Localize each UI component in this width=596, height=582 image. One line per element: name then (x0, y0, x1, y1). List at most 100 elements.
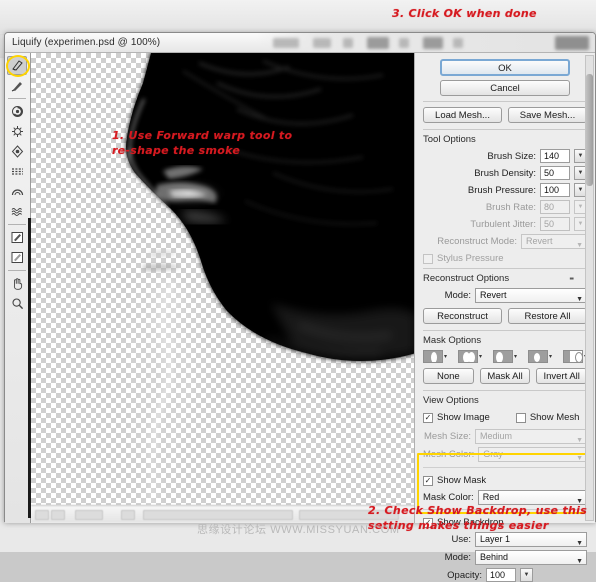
toolbar-separator-2 (8, 224, 27, 225)
mask-invert-all-button[interactable]: Invert All (536, 368, 588, 384)
brush-rate-field: Brush Rate: 80 ▼ (423, 200, 587, 214)
liquify-options-panel: OK Cancel Load Mesh... Save Mesh... Tool… (415, 53, 595, 582)
ok-button[interactable]: OK (440, 59, 570, 76)
smoke-face-image (120, 53, 414, 505)
view-options-title: View Options (423, 395, 479, 406)
hand-tool[interactable] (7, 274, 27, 293)
show-mesh-checkbox[interactable] (515, 412, 526, 423)
site-watermark: 思缘设计论坛 WWW.MISSYUAN.COM (197, 524, 400, 536)
scrollbar-thumb[interactable] (586, 74, 593, 186)
brush-density-input[interactable]: 50 (540, 166, 570, 180)
pucker-tool[interactable] (7, 122, 27, 141)
brush-size-field[interactable]: Brush Size: 140 ▼ (423, 149, 587, 163)
mesh-buttons-section: Load Mesh... Save Mesh... (423, 101, 587, 123)
brush-pressure-field[interactable]: Brush Pressure: 100 ▼ (423, 183, 587, 197)
intersect-with-selection-button[interactable]: ▾ (527, 350, 552, 363)
reconstruct-mode-dropdown[interactable]: Revert ▼ (475, 288, 587, 303)
subtract-from-selection-icon (492, 350, 513, 363)
show-mask-checkbox-row[interactable]: ✓ Show Mask (423, 475, 587, 486)
chevron-down-icon: ▼ (576, 540, 583, 547)
backdrop-use-value: Layer 1 (480, 534, 511, 544)
bloat-tool[interactable] (7, 142, 27, 161)
brush-size-label: Brush Size: (487, 150, 536, 162)
mask-color-label: Mask Color: (423, 492, 474, 503)
reconstruct-button[interactable]: Reconstruct (423, 308, 502, 324)
panel-menu-icon[interactable]: ▪▪ (569, 274, 574, 283)
add-to-selection-button[interactable]: ▾ (457, 350, 482, 363)
mesh-size-field: Mesh Size: Medium ▼ (423, 429, 587, 444)
thaw-mask-tool[interactable] (7, 248, 27, 267)
forward-warp-tool[interactable] (7, 56, 28, 75)
mask-none-button[interactable]: None (423, 368, 474, 384)
mesh-color-value: Gray (483, 449, 503, 459)
liquify-canvas[interactable]: 1. Use Forward warp tool to re-shape the… (30, 53, 415, 523)
save-mesh-button[interactable]: Save Mesh... (508, 107, 587, 123)
invert-selection-button[interactable]: ▾ (562, 350, 587, 363)
backdrop-opacity-label: Opacity: (447, 569, 482, 581)
replace-selection-icon (423, 350, 443, 363)
backdrop-opacity-field[interactable]: Opacity: 100 ▼ (423, 568, 587, 582)
view-options-section: View Options ✓ Show Image Show Mesh Mesh… (423, 390, 587, 582)
chevron-down-icon[interactable]: ▾ (549, 353, 552, 360)
show-mask-label: Show Mask (437, 475, 487, 486)
backdrop-use-select[interactable]: Layer 1 ▼ (475, 532, 587, 547)
turbulent-jitter-input: 50 (540, 217, 570, 231)
backdrop-opacity-dropdown-arrow[interactable]: ▼ (520, 568, 533, 582)
mesh-color-select: Gray ▼ (478, 447, 587, 462)
reconstruct-mode-row[interactable]: Mode: Revert ▼ (423, 288, 587, 303)
backdrop-opacity-input[interactable]: 100 (486, 568, 516, 582)
reconstruct-mode-label: Reconstruct Mode: (437, 236, 517, 247)
freeze-mask-tool[interactable] (7, 228, 27, 247)
brush-rate-label: Brush Rate: (485, 201, 536, 213)
chevron-down-icon: ▼ (576, 558, 583, 565)
twirl-clockwise-tool[interactable] (7, 102, 27, 121)
show-mesh-label: Show Mesh (529, 412, 580, 423)
reconstruct-mode-value: Revert (526, 236, 553, 246)
chevron-down-icon[interactable]: ▾ (514, 353, 517, 360)
replace-selection-button[interactable]: ▾ (423, 350, 447, 363)
dialog-titlebar[interactable]: Liquify (experimen.psd @ 100%) (5, 33, 595, 53)
mesh-size-label: Mesh Size: (424, 431, 471, 442)
reconstruct-mode-select: Revert ▼ (521, 234, 587, 249)
stylus-pressure-checkbox (423, 253, 433, 264)
reconstruct-mode-dropdown-value: Revert (480, 290, 507, 300)
tool-options-title: Tool Options (423, 134, 476, 145)
reconstruct-tool[interactable] (7, 76, 27, 95)
invert-selection-icon (562, 350, 583, 363)
brush-density-field[interactable]: Brush Density: 50 ▼ (423, 166, 587, 180)
show-image-checkbox[interactable]: ✓ (423, 412, 433, 423)
show-mesh-checkbox-row[interactable]: Show Mesh (515, 412, 580, 423)
reconstruct-mode-row-label: Mode: (444, 290, 471, 301)
show-image-checkbox-row[interactable]: ✓ Show Image (423, 412, 490, 423)
backdrop-mode-value: Behind (480, 552, 509, 562)
backdrop-mode-field[interactable]: Mode: Behind ▼ (423, 550, 587, 565)
mask-color-value: Red (482, 492, 500, 502)
liquify-toolbar[interactable] (5, 53, 31, 523)
chevron-down-icon[interactable]: ▾ (444, 353, 447, 360)
mirror-tool[interactable] (7, 182, 27, 201)
mask-all-button[interactable]: Mask All (479, 368, 531, 384)
push-left-tool[interactable] (7, 162, 27, 181)
show-mask-checkbox[interactable]: ✓ (423, 475, 433, 486)
add-to-selection-icon (457, 350, 478, 363)
subtract-from-selection-button[interactable]: ▾ (492, 350, 517, 363)
options-panel-scrollbar[interactable] (585, 55, 594, 521)
turbulent-jitter-label: Turbulent Jitter: (470, 218, 536, 230)
chevron-down-icon: ▼ (576, 437, 583, 444)
zoom-tool[interactable] (7, 294, 27, 313)
chevron-down-icon[interactable]: ▾ (479, 353, 482, 360)
stylus-pressure-checkbox-row: Stylus Pressure (423, 253, 587, 264)
backdrop-mode-select[interactable]: Behind ▼ (475, 550, 587, 565)
backdrop-mode-label: Mode: (444, 552, 471, 563)
backdrop-use-field[interactable]: Use: Layer 1 ▼ (423, 532, 587, 547)
load-mesh-button[interactable]: Load Mesh... (423, 107, 502, 123)
reconstruct-options-title: Reconstruct Options (423, 273, 510, 284)
brush-pressure-input[interactable]: 100 (540, 183, 570, 197)
annotation-step-1: 1. Use Forward warp tool to re-shape the… (111, 129, 293, 157)
show-image-label: Show Image (437, 412, 490, 423)
turbulence-tool[interactable] (7, 202, 27, 221)
cancel-button[interactable]: Cancel (440, 80, 570, 96)
mask-mode-icon-row[interactable]: ▾ ▾ ▾ ▾ (423, 350, 587, 363)
brush-size-input[interactable]: 140 (540, 149, 570, 163)
restore-all-button[interactable]: Restore All (508, 308, 587, 324)
